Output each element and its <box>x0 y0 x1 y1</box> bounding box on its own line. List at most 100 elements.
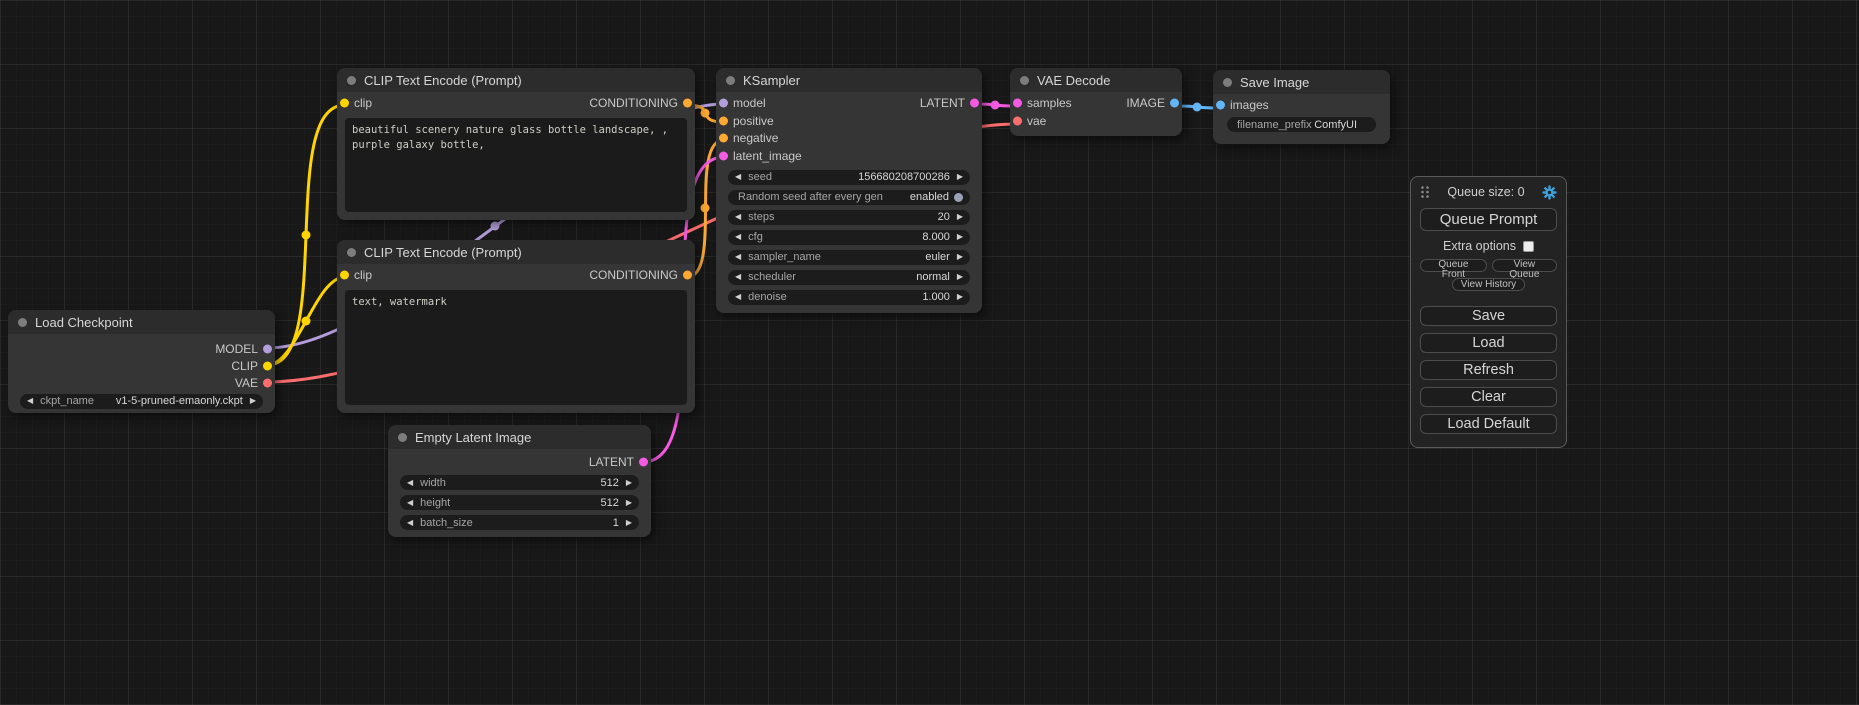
next-value-arrow-icon[interactable]: ▶ <box>250 397 256 405</box>
queue-front-button[interactable]: Queue Front <box>1420 259 1487 272</box>
node-clip-text-encode-negative[interactable]: CLIP Text Encode (Prompt) clip CONDITION… <box>337 240 695 413</box>
queue-prompt-button[interactable]: Queue Prompt <box>1420 208 1557 231</box>
node-title-bar[interactable]: KSampler <box>716 68 982 92</box>
model-output-dot[interactable] <box>263 344 272 353</box>
clip-input-dot[interactable] <box>340 99 349 108</box>
node-title: CLIP Text Encode (Prompt) <box>364 73 522 88</box>
prev-value-arrow-icon[interactable]: ◀ <box>735 273 741 281</box>
graph-canvas[interactable]: Load Checkpoint MODEL CLIP VAE ◀ ckpt_na… <box>0 0 1859 705</box>
toggle-dot-icon[interactable] <box>954 193 963 202</box>
next-value-arrow-icon[interactable]: ▶ <box>957 253 963 261</box>
decrement-arrow-icon[interactable]: ◀ <box>735 173 741 181</box>
increment-arrow-icon[interactable]: ▶ <box>626 499 632 507</box>
next-value-arrow-icon[interactable]: ▶ <box>957 273 963 281</box>
collapse-dot-icon[interactable] <box>1020 76 1029 85</box>
collapse-dot-icon[interactable] <box>726 76 735 85</box>
decrement-arrow-icon[interactable]: ◀ <box>407 519 413 527</box>
widget-sampler-name[interactable]: ◀ sampler_name euler ▶ <box>728 250 970 265</box>
images-input-dot[interactable] <box>1216 101 1225 110</box>
vae-output-dot[interactable] <box>263 379 272 388</box>
node-title-bar[interactable]: CLIP Text Encode (Prompt) <box>337 240 695 264</box>
widget-width[interactable]: ◀ width 512 ▶ <box>400 475 639 490</box>
node-title: CLIP Text Encode (Prompt) <box>364 245 522 260</box>
conditioning-output-dot[interactable] <box>683 99 692 108</box>
decrement-arrow-icon[interactable]: ◀ <box>407 479 413 487</box>
node-empty-latent-image[interactable]: Empty Latent Image LATENT ◀ width 512 ▶ … <box>388 425 651 537</box>
node-clip-text-encode-positive[interactable]: CLIP Text Encode (Prompt) clip CONDITION… <box>337 68 695 220</box>
load-button[interactable]: Load <box>1420 333 1557 353</box>
settings-gear-icon[interactable] <box>1542 185 1557 200</box>
increment-arrow-icon[interactable]: ▶ <box>957 293 963 301</box>
node-title: Save Image <box>1240 75 1309 90</box>
decrement-arrow-icon[interactable]: ◀ <box>735 213 741 221</box>
node-ksampler[interactable]: KSampler model LATENT positive negative … <box>716 68 982 313</box>
clip-input-dot[interactable] <box>340 271 349 280</box>
negative-prompt-textarea[interactable]: text, watermark <box>345 290 687 405</box>
increment-arrow-icon[interactable]: ▶ <box>626 479 632 487</box>
drag-handle-icon[interactable] <box>1420 185 1430 199</box>
node-title-bar[interactable]: CLIP Text Encode (Prompt) <box>337 68 695 92</box>
increment-arrow-icon[interactable]: ▶ <box>957 173 963 181</box>
widget-value: euler <box>925 251 949 263</box>
widget-value: 1 <box>613 517 619 529</box>
increment-arrow-icon[interactable]: ▶ <box>626 519 632 527</box>
negative-input-dot[interactable] <box>719 134 728 143</box>
load-default-button[interactable]: Load Default <box>1420 414 1557 434</box>
extra-options-checkbox[interactable] <box>1523 241 1534 252</box>
save-button[interactable]: Save <box>1420 306 1557 326</box>
image-output-dot[interactable] <box>1170 99 1179 108</box>
collapse-dot-icon[interactable] <box>347 76 356 85</box>
node-title: VAE Decode <box>1037 73 1110 88</box>
node-load-checkpoint[interactable]: Load Checkpoint MODEL CLIP VAE ◀ ckpt_na… <box>8 310 275 413</box>
widget-steps[interactable]: ◀ steps 20 ▶ <box>728 210 970 225</box>
decrement-arrow-icon[interactable]: ◀ <box>407 499 413 507</box>
clip-output-dot[interactable] <box>263 362 272 371</box>
latent-output-dot[interactable] <box>970 99 979 108</box>
decrement-arrow-icon[interactable]: ◀ <box>735 293 741 301</box>
widget-value: normal <box>916 271 950 283</box>
model-input-dot[interactable] <box>719 99 728 108</box>
node-title-bar[interactable]: Empty Latent Image <box>388 425 651 449</box>
widget-cfg[interactable]: ◀ cfg 8.000 ▶ <box>728 230 970 245</box>
collapse-dot-icon[interactable] <box>347 248 356 257</box>
view-queue-button[interactable]: View Queue <box>1492 259 1557 272</box>
node-vae-decode[interactable]: VAE Decode samples IMAGE vae <box>1010 68 1182 136</box>
clear-button[interactable]: Clear <box>1420 387 1557 407</box>
prev-value-arrow-icon[interactable]: ◀ <box>735 253 741 261</box>
widget-batch-size[interactable]: ◀ batch_size 1 ▶ <box>400 515 639 530</box>
increment-arrow-icon[interactable]: ▶ <box>957 233 963 241</box>
node-title: Load Checkpoint <box>35 315 133 330</box>
collapse-dot-icon[interactable] <box>18 318 27 327</box>
link-midpoint-dot <box>701 204 710 213</box>
link-midpoint-dot <box>491 222 500 231</box>
extra-options-label: Extra options <box>1443 239 1516 253</box>
collapse-dot-icon[interactable] <box>398 433 407 442</box>
widget-scheduler[interactable]: ◀ scheduler normal ▶ <box>728 270 970 285</box>
widget-height[interactable]: ◀ height 512 ▶ <box>400 495 639 510</box>
widget-seed[interactable]: ◀ seed 156680208700286 ▶ <box>728 170 970 185</box>
widget-ckpt-name[interactable]: ◀ ckpt_name v1-5-pruned-emaonly.ckpt ▶ <box>20 394 263 409</box>
latent-image-input-dot[interactable] <box>719 151 728 160</box>
node-title-bar[interactable]: Save Image <box>1213 70 1390 94</box>
widget-random-seed-mode[interactable]: Random seed after every gen enabled <box>728 190 970 205</box>
link-midpoint-dot <box>302 317 311 326</box>
widget-denoise[interactable]: ◀ denoise 1.000 ▶ <box>728 290 970 305</box>
node-title-bar[interactable]: Load Checkpoint <box>8 310 275 334</box>
node-save-image[interactable]: Save Image images filename_prefix ComfyU… <box>1213 70 1390 144</box>
decrement-arrow-icon[interactable]: ◀ <box>735 233 741 241</box>
positive-input-dot[interactable] <box>719 116 728 125</box>
prev-value-arrow-icon[interactable]: ◀ <box>27 397 33 405</box>
view-history-button[interactable]: View History <box>1452 278 1525 291</box>
collapse-dot-icon[interactable] <box>1223 78 1232 87</box>
widget-value: 512 <box>600 497 618 509</box>
refresh-button[interactable]: Refresh <box>1420 360 1557 380</box>
increment-arrow-icon[interactable]: ▶ <box>957 213 963 221</box>
conditioning-output-dot[interactable] <box>683 271 692 280</box>
widget-label: denoise <box>748 291 787 303</box>
positive-prompt-textarea[interactable]: beautiful scenery nature glass bottle la… <box>345 118 687 212</box>
latent-output-dot[interactable] <box>639 457 648 466</box>
vae-input-dot[interactable] <box>1013 116 1022 125</box>
widget-filename-prefix[interactable]: filename_prefix ComfyUI <box>1227 117 1376 132</box>
node-title-bar[interactable]: VAE Decode <box>1010 68 1182 92</box>
samples-input-dot[interactable] <box>1013 99 1022 108</box>
